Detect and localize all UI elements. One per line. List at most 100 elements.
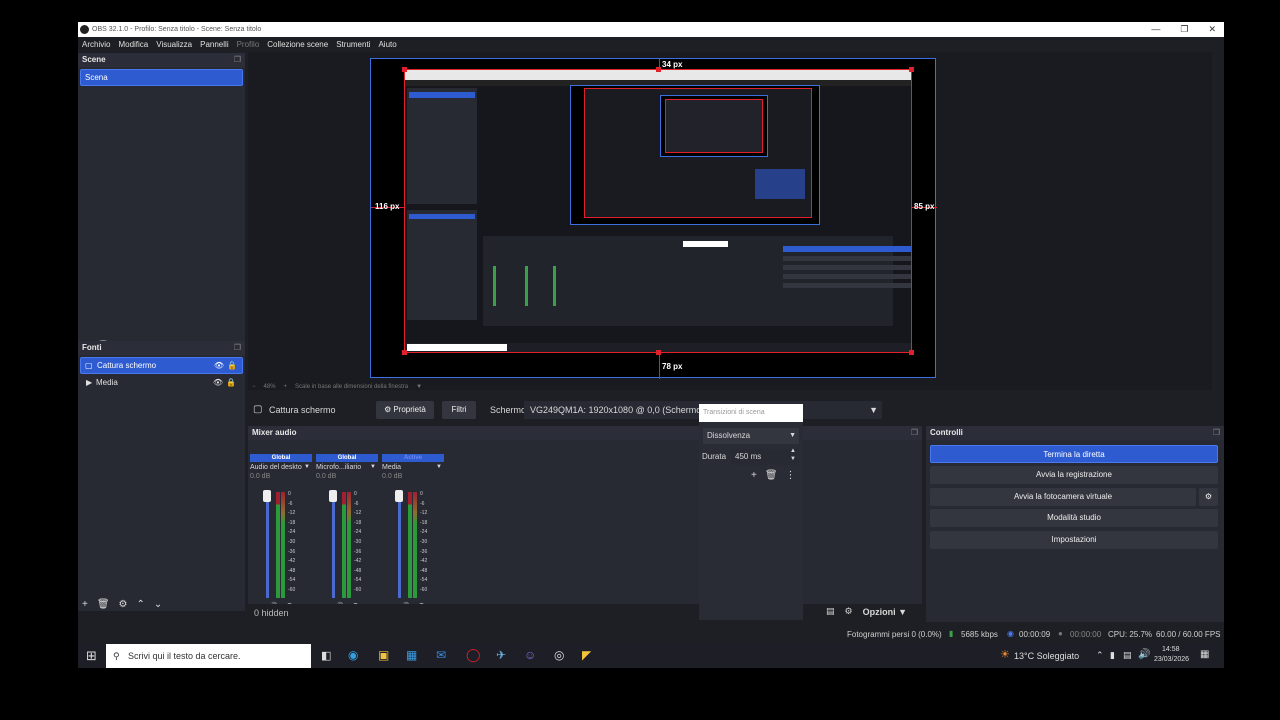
transitions-placeholder: Transizioni di scena [703,409,765,416]
scale-tick: -30 [420,538,428,545]
weather-text[interactable]: 13°C Soleggiato [1014,651,1079,661]
trash-icon[interactable]: 🗑 [765,470,778,481]
trash-icon[interactable]: 🗑 [97,599,110,610]
transition-select[interactable]: Dissolvenza ▼ [703,428,799,444]
mixer-header: Mixer audio ❐ [248,426,922,440]
channel-name[interactable]: Audio del deskto ▼ [250,462,312,473]
menu-pannelli[interactable]: Pannelli [200,37,228,52]
scale-tick: -60 [420,586,428,593]
menu-collezione-scene[interactable]: Collezione scene [267,37,328,52]
channel-name[interactable]: Microfo...iliario ▼ [316,462,378,473]
scale-label[interactable]: Scale in base alle dimensioni della fine… [295,384,408,390]
minimize-icon[interactable]: — [1151,22,1160,37]
layout-icon[interactable]: ▤ [826,606,835,617]
store-icon[interactable]: ▦ [406,648,417,662]
gear-icon[interactable]: ⚙ [119,599,128,610]
weather-icon: ☀ [1000,649,1010,661]
fps-counter: 60.00 / 60.00 FPS [1156,630,1221,639]
volume-slider-handle[interactable] [395,490,403,502]
scale-tick: 0 [354,491,357,497]
status-bar: Fotogrammi persi 0 (0.0%) ▮ 5685 kbps ◉ … [78,627,1224,643]
discord-icon[interactable]: ☺ [524,648,536,662]
channel-name[interactable]: Media ▼ [382,462,444,473]
source-item-media[interactable]: ▶ Media 👁 🔒 [80,374,243,391]
distance-top: 34 px [662,60,683,69]
preview-canvas[interactable]: 34 px 116 px 85 px 78 px [370,58,937,379]
lock-icon[interactable]: 🔒 [227,358,237,373]
tray-chevron-icon[interactable]: ⌃ [1096,650,1104,661]
taskbar-search-box[interactable]: ⚲ Scrivi qui il testo da cercare. [106,644,311,668]
obs-taskbar-icon[interactable]: ◎ [554,648,564,662]
obs-logo-icon [80,25,89,34]
clock-time[interactable]: 14:58 [1162,646,1180,653]
scene-item[interactable]: Scena [80,69,243,86]
menu-modifica[interactable]: Modifica [118,37,148,52]
stop-streaming-button[interactable]: Termina la diretta [930,445,1218,463]
popout-icon[interactable]: ❐ [234,341,241,355]
clock-date[interactable]: 23/03/2026 [1154,656,1189,663]
spin-arrows-icon[interactable]: ▲ ▼ [790,447,796,463]
menu-profilo[interactable]: Profilo [237,37,260,52]
move-down-icon[interactable]: ⌄ [154,599,162,610]
menu-archivio[interactable]: Archivio [82,37,110,52]
file-explorer-icon[interactable]: ▣ [378,648,389,662]
task-view-icon[interactable]: ◧ [321,649,331,662]
duration-spinbox[interactable]: 450 ms ▲ ▼ [731,447,799,465]
add-icon[interactable]: + [82,599,88,610]
gear-icon[interactable]: ⚙ [845,606,853,617]
volume-slider-track[interactable] [332,492,335,598]
scale-tick: -18 [420,519,428,526]
start-recording-button[interactable]: Avvia la registrazione [930,466,1218,484]
windows-start-icon[interactable]: ⊞ [86,648,97,664]
close-icon[interactable]: ✕ [1208,22,1216,37]
eye-icon[interactable]: 👁 [213,374,223,391]
zoom-in-icon[interactable]: + [284,384,288,390]
virtual-camera-settings-button[interactable]: ⚙ [1199,488,1218,506]
opera-icon[interactable]: ◯ [466,647,481,663]
mail-icon[interactable]: ✉ [436,648,446,662]
transitions-header-input[interactable]: Transizioni di scena [699,404,803,422]
network-icon[interactable]: ▤ [1123,650,1132,661]
volume-slider-handle[interactable] [329,490,337,502]
restore-icon[interactable]: ❐ [1180,22,1188,37]
volume-icon[interactable]: 🔊 [1138,649,1150,660]
sources-dock: Fonti ❐ ▢ Cattura schermo 👁 🔒 ▶ Media 👁 … [78,341,245,627]
edge-icon[interactable]: ◉ [348,648,358,662]
menu-aiuto[interactable]: Aiuto [378,37,396,52]
options-button[interactable]: Opzioni ▼ [863,607,907,617]
scale-tick: -54 [420,577,428,584]
scale-tick: -54 [288,577,296,584]
menu-visualizza[interactable]: Visualizza [156,37,192,52]
record-time: 00:00:00 [1070,630,1102,639]
scale-tick: -54 [354,577,362,584]
properties-button[interactable]: ⚙ Proprietà [376,401,434,419]
popout-icon[interactable]: ❐ [911,426,918,440]
start-virtual-camera-button[interactable]: Avvia la fotocamera virtuale [930,488,1196,506]
source-item-cattura-schermo[interactable]: ▢ Cattura schermo 👁 🔒 [80,357,243,374]
selected-source-bounds[interactable] [404,69,912,353]
popout-icon[interactable]: ❐ [234,53,241,67]
menu-strumenti[interactable]: Strumenti [336,37,370,52]
steam-icon[interactable]: ✈ [496,648,506,662]
volume-slider-handle[interactable] [263,490,271,502]
channel-tag: Global [250,454,312,462]
studio-mode-button[interactable]: Modalità studio [930,509,1218,527]
settings-button[interactable]: Impostazioni [930,531,1218,549]
monitor-icon: ▢ [85,361,93,370]
chevron-down-icon: ▼ [436,464,442,470]
chevron-down-icon[interactable]: ▼ [416,384,422,390]
more-options-icon[interactable]: ⋮ [786,470,796,481]
eye-icon[interactable]: 👁 [214,358,224,373]
microphone-icon[interactable]: ▮ [1110,650,1115,661]
filters-button[interactable]: Filtri [442,401,476,419]
volume-slider-track[interactable] [266,492,269,598]
notification-icon[interactable]: ▦ [1200,649,1209,660]
move-up-icon[interactable]: ⌃ [137,599,145,610]
app-taskbar-icon[interactable]: ◤ [582,648,591,662]
lock-icon[interactable]: 🔒 [226,374,236,391]
popout-icon[interactable]: ❐ [1213,426,1220,440]
zoom-out-icon[interactable]: − [252,384,256,390]
add-icon[interactable]: + [751,470,757,481]
volume-slider-track[interactable] [398,492,401,598]
channel-volume: 0.0 dB [316,473,337,480]
